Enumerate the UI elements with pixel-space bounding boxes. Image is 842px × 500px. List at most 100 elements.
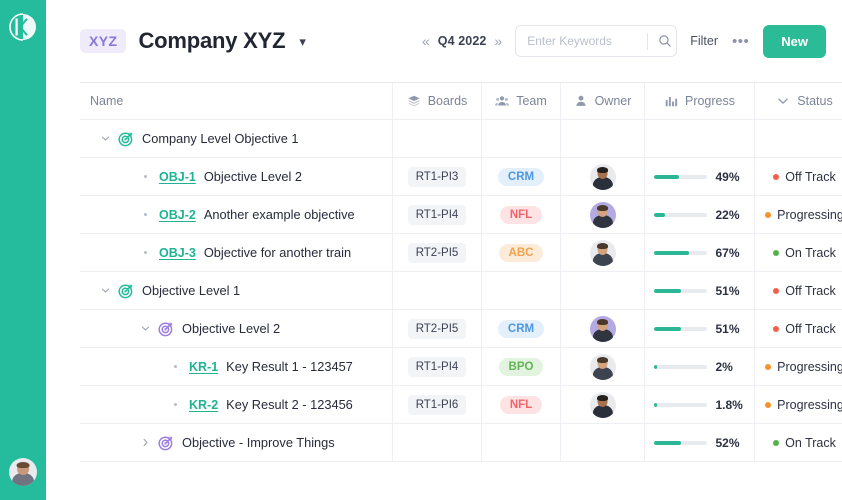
status-badge[interactable]: Off Track <box>773 284 836 298</box>
cell-name: OBJ-2 Another example objective <box>80 196 392 233</box>
owner-avatar[interactable] <box>589 315 616 342</box>
board-chip[interactable]: RT1-PI6 <box>407 394 467 415</box>
cell-progress: 52% <box>644 424 754 461</box>
status-badge[interactable]: On Track <box>773 246 836 260</box>
column-header-name[interactable]: Name <box>80 83 392 119</box>
sidebar-user-avatar[interactable] <box>9 458 37 486</box>
expand-row-chevron-right-icon[interactable] <box>138 436 152 450</box>
new-button[interactable]: New <box>763 24 826 58</box>
progress-value: 67% <box>715 245 740 260</box>
cell-team: CRM <box>481 310 560 347</box>
search-box[interactable] <box>515 25 678 57</box>
cell-boards: RT2-PI5 <box>392 310 481 347</box>
column-header-status[interactable]: Status <box>754 83 842 119</box>
row-bullet-icon <box>138 213 152 216</box>
collapse-row-chevron-down-icon[interactable] <box>138 322 152 336</box>
collapse-row-chevron-down-icon[interactable] <box>98 132 112 146</box>
owner-avatar[interactable] <box>589 239 616 266</box>
cell-progress <box>644 120 754 157</box>
more-options-icon[interactable]: ••• <box>731 34 750 49</box>
team-chip[interactable]: NFL <box>499 395 543 414</box>
app-window: XYZ Company XYZ ▾ « Q4 2022 » Enter Keyw… <box>0 0 842 500</box>
board-chip[interactable]: RT1-PI4 <box>407 356 467 377</box>
column-header-content: Status <box>776 94 833 108</box>
cell-name: OBJ-1 Objective Level 2 <box>80 158 392 195</box>
status-dot-icon <box>773 439 780 446</box>
status-badge[interactable]: On Track <box>773 436 836 450</box>
previous-quarter-icon[interactable]: « <box>422 34 430 48</box>
row-reference-link[interactable]: OBJ-2 <box>159 208 196 222</box>
search-input[interactable] <box>527 34 646 48</box>
avatar-hair <box>596 394 609 402</box>
column-header-progress[interactable]: Progress <box>644 83 754 119</box>
cell-status: Progressing <box>754 348 842 385</box>
row-reference-link[interactable]: OBJ-1 <box>159 170 196 184</box>
board-chip[interactable]: RT2-PI5 <box>407 318 467 339</box>
cell-status: Off Track <box>754 272 842 309</box>
cell-owner <box>560 120 644 157</box>
column-header-owner[interactable]: Owner <box>560 83 644 119</box>
cell-team: ABC <box>481 234 560 271</box>
owner-avatar[interactable] <box>589 163 616 190</box>
app-logo-icon[interactable] <box>6 10 40 44</box>
row-reference-link[interactable]: KR-2 <box>189 398 218 412</box>
table-row[interactable]: Objective Level 2 RT2-PI5 CRM 51% Off Track <box>80 310 842 348</box>
table-row[interactable]: KR-2 Key Result 2 - 123456 RT1-PI6 NFL 1.8% P… <box>80 386 842 424</box>
status-badge[interactable]: Progressing <box>765 398 842 412</box>
objective-target-icon <box>158 321 173 336</box>
status-badge[interactable]: Progressing <box>765 360 842 374</box>
team-chip[interactable]: CRM <box>497 319 545 338</box>
table-row[interactable]: Company Level Objective 1 <box>80 120 842 158</box>
row-bullet-icon <box>168 365 182 368</box>
table-row[interactable]: Objective - Improve Things 52% On Track <box>80 424 842 462</box>
cell-name: KR-1 Key Result 1 - 123457 <box>80 348 392 385</box>
column-header-team[interactable]: Team <box>481 83 560 119</box>
column-header-content: Boards <box>407 94 467 108</box>
chevron-down-icon[interactable]: ▾ <box>299 35 306 48</box>
progress-indicator: 1.8% <box>653 398 746 412</box>
progress-indicator: 49% <box>653 170 746 184</box>
team-chip[interactable]: CRM <box>497 167 545 186</box>
table-row[interactable]: OBJ-3 Objective for another train RT2-PI5 A… <box>80 234 842 272</box>
team-chip[interactable]: BPO <box>498 357 544 376</box>
row-reference-link[interactable]: OBJ-3 <box>159 246 196 260</box>
column-header-content: Progress <box>664 94 735 108</box>
collapse-row-chevron-down-icon[interactable] <box>98 284 112 298</box>
cell-team: BPO <box>481 348 560 385</box>
column-header-boards[interactable]: Boards <box>392 83 481 119</box>
next-quarter-icon[interactable]: » <box>494 34 502 48</box>
team-chip[interactable]: NFL <box>499 205 543 224</box>
cell-team: NFL <box>481 196 560 233</box>
row-title: Company Level Objective 1 <box>142 131 299 146</box>
progress-track <box>653 288 707 293</box>
status-badge[interactable]: Off Track <box>773 322 836 336</box>
cell-name: OBJ-3 Objective for another train <box>80 234 392 271</box>
status-badge[interactable]: Off Track <box>773 170 836 184</box>
cell-status <box>754 120 842 157</box>
progress-track <box>653 402 707 407</box>
filter-button[interactable]: Filter <box>690 34 718 48</box>
row-title: Objective for another train <box>203 245 352 260</box>
status-badge[interactable]: Progressing <box>765 208 842 222</box>
progress-value: 2% <box>715 359 733 374</box>
owner-avatar[interactable] <box>589 353 616 380</box>
avatar-hair <box>596 204 609 212</box>
owner-avatar[interactable] <box>589 201 616 228</box>
search-icon[interactable] <box>655 28 674 54</box>
row-reference-link[interactable]: KR-1 <box>189 360 218 374</box>
board-chip[interactable]: RT1-PI3 <box>407 166 467 187</box>
board-chip[interactable]: RT1-PI4 <box>407 204 467 225</box>
org-badge: XYZ <box>80 29 127 53</box>
cell-status: On Track <box>754 234 842 271</box>
table-row[interactable]: KR-1 Key Result 1 - 123457 RT1-PI4 BPO 2% Pro… <box>80 348 842 386</box>
cell-team: NFL <box>481 386 560 423</box>
table-row[interactable]: OBJ-2 Another example objective RT1-PI4 NFL… <box>80 196 842 234</box>
cell-boards: RT2-PI5 <box>392 234 481 271</box>
team-chip[interactable]: ABC <box>498 243 544 262</box>
table-row[interactable]: OBJ-1 Objective Level 2 RT1-PI3 CRM 49% Off T… <box>80 158 842 196</box>
board-chip[interactable]: RT2-PI5 <box>407 242 467 263</box>
status-dot-icon <box>773 325 780 332</box>
table-row[interactable]: Objective Level 1 51% Off Track <box>80 272 842 310</box>
cell-boards <box>392 272 481 309</box>
owner-avatar[interactable] <box>589 391 616 418</box>
